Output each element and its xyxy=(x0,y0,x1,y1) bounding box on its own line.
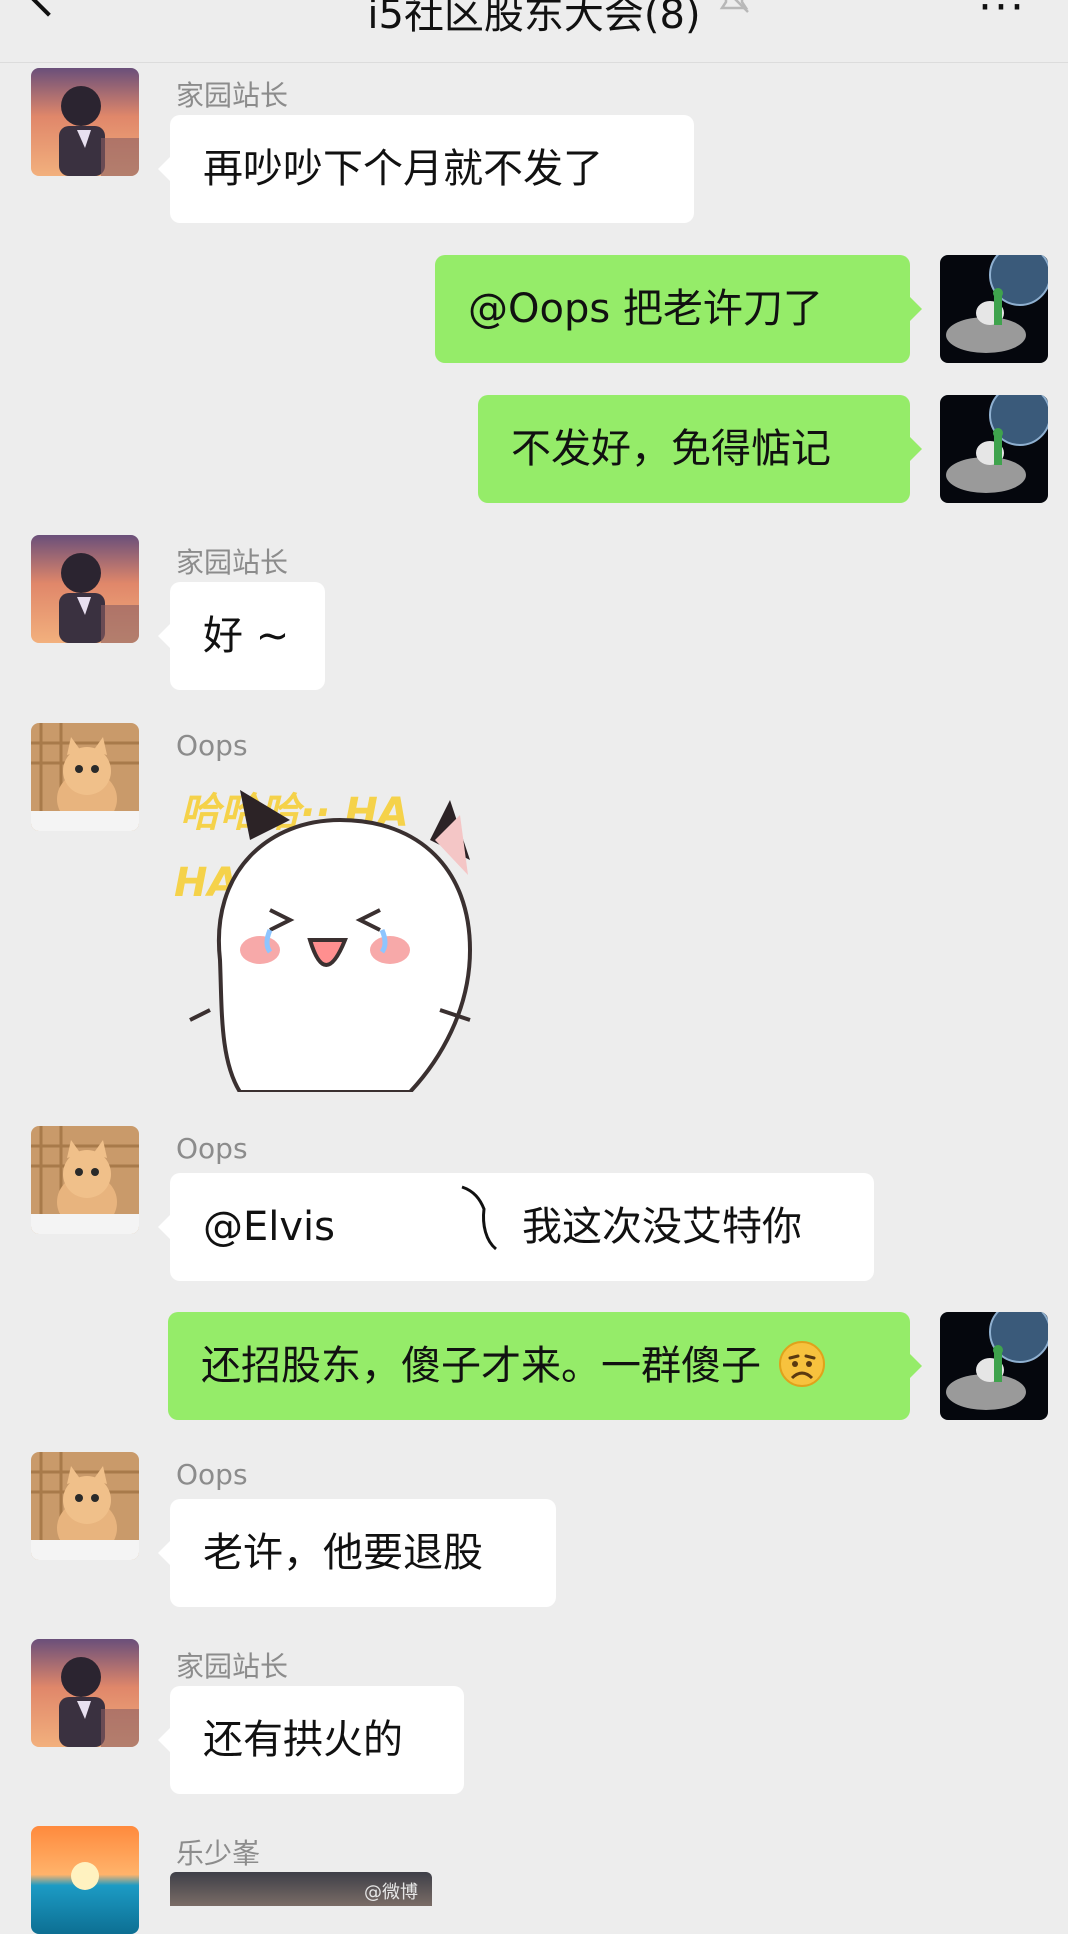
self-avatar[interactable] xyxy=(940,255,1048,363)
mention-text: @Elvis xyxy=(203,1204,336,1250)
sender-name: Oops xyxy=(176,1132,248,1165)
more-options-icon[interactable]: ··· xyxy=(978,0,1026,33)
avatar[interactable] xyxy=(31,1826,139,1934)
image-message-thumbnail[interactable]: @微博 xyxy=(170,1872,432,1906)
self-avatar[interactable] xyxy=(940,1312,1048,1420)
message-bubble[interactable]: @Oops 把老许刀了 xyxy=(435,255,922,363)
avatar[interactable] xyxy=(31,1452,139,1560)
laughing-cat-icon xyxy=(189,790,473,1092)
self-avatar[interactable] xyxy=(940,395,1048,503)
avatar[interactable] xyxy=(31,1126,139,1234)
message-bubble[interactable]: 好 ~ xyxy=(158,582,325,690)
message-bubble[interactable]: 还招股东，傻子才来。一群傻子 xyxy=(168,1312,922,1420)
sad-face-icon xyxy=(778,1341,825,1387)
sender-name: Oops xyxy=(176,729,248,762)
image-watermark: @微博 xyxy=(364,1882,418,1903)
avatar[interactable] xyxy=(31,1639,139,1747)
message-bubble[interactable]: 不发好，免得惦记 xyxy=(478,395,922,503)
chat-header: i5社区股东大会(8) ··· xyxy=(0,0,1068,63)
avatar[interactable] xyxy=(31,535,139,643)
message-bubble[interactable]: 再吵吵下个月就不发了 xyxy=(158,115,694,223)
bell-muted-icon xyxy=(719,0,749,13)
pen-scribble-icon xyxy=(461,1185,498,1251)
cat-sticker-image[interactable]: 哈哈哈·· HA HAH xyxy=(170,780,510,1092)
message-bubble[interactable]: @Elvis 我这次没艾特你 xyxy=(158,1173,874,1281)
message-bubble[interactable]: 还有拱火的 xyxy=(158,1686,464,1794)
sender-name: Oops xyxy=(176,1458,248,1491)
message-text: 我这次没艾特你 xyxy=(522,1204,802,1250)
avatar[interactable] xyxy=(31,68,139,176)
chat-title: i5社区股东大会(8) xyxy=(367,0,701,38)
sender-name: 家园站长 xyxy=(176,546,289,579)
avatar[interactable] xyxy=(31,723,139,831)
sender-name: 家园站长 xyxy=(176,1650,289,1683)
sender-name: 乐少峯 xyxy=(176,1837,261,1870)
message-text: 还招股东，傻子才来。一群傻子 xyxy=(201,1343,761,1389)
sender-name: 家园站长 xyxy=(176,79,289,112)
message-bubble[interactable]: 老许，他要退股 xyxy=(158,1499,556,1607)
